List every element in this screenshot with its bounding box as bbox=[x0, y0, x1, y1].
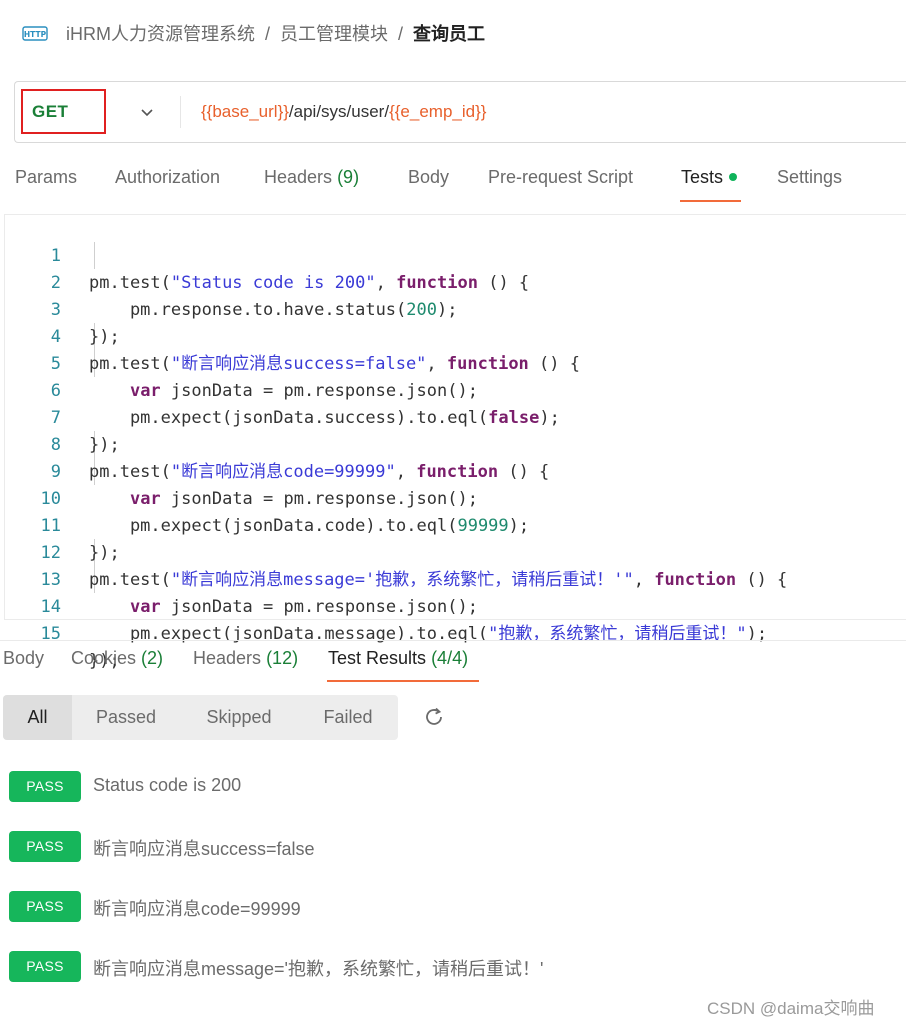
code-line: 9 var jsonData = pm.response.json(); bbox=[5, 432, 905, 509]
filter-failed[interactable]: Failed bbox=[298, 695, 398, 740]
active-tab-indicator bbox=[327, 680, 479, 682]
request-tabs: Params Authorization Headers (9) Body Pr… bbox=[0, 160, 906, 202]
test-result-row: PASS Status code is 200 bbox=[9, 771, 889, 803]
tab-test-results[interactable]: Test Results (4/4) bbox=[328, 648, 468, 669]
test-result-name: 断言响应消息code=99999 bbox=[93, 899, 301, 919]
active-tab-indicator bbox=[680, 200, 741, 202]
tab-headers-label: Headers bbox=[264, 167, 333, 187]
tab-tests[interactable]: Tests bbox=[681, 167, 738, 188]
breadcrumb: iHRM人力资源管理系统 / 员工管理模块 / 查询员工 bbox=[66, 22, 485, 46]
test-result-name: 断言响应消息message='抱歉，系统繁忙，请稍后重试！' bbox=[93, 959, 544, 979]
request-header: HTTP iHRM人力资源管理系统 / 员工管理模块 / 查询员工 bbox=[0, 0, 906, 70]
code-line: 8 pm.test("断言响应消息code=99999", function (… bbox=[5, 405, 905, 482]
tab-cookies-label: Cookies bbox=[71, 648, 137, 668]
tab-response-headers-label: Headers bbox=[193, 648, 262, 668]
test-result-name: Status code is 200 bbox=[93, 775, 242, 795]
tab-response-body[interactable]: Body bbox=[3, 648, 44, 669]
breadcrumb-separator: / bbox=[398, 24, 404, 44]
http-icon: HTTP bbox=[22, 26, 48, 41]
code-line: 1 pm.test("Status code is 200", function… bbox=[5, 216, 905, 293]
code-line: 2 pm.response.to.have.status(200); bbox=[5, 243, 905, 320]
svg-text:HTTP: HTTP bbox=[24, 30, 47, 39]
response-tabs: Body Cookies (2) Headers (12) Test Resul… bbox=[0, 640, 906, 684]
code-line: 4 pm.test("断言响应消息success=false", functio… bbox=[5, 297, 905, 374]
url-variable-emp-id: {{e_emp_id}} bbox=[389, 102, 487, 121]
tab-settings[interactable]: Settings bbox=[777, 167, 842, 188]
breadcrumb-folder[interactable]: 员工管理模块 bbox=[280, 22, 388, 46]
breadcrumb-request-name[interactable]: 查询员工 bbox=[413, 22, 485, 46]
tab-headers[interactable]: Headers (9) bbox=[264, 167, 359, 188]
pass-badge: PASS bbox=[9, 831, 81, 862]
tab-cookies[interactable]: Cookies (2) bbox=[71, 648, 163, 669]
tab-cookies-count: (2) bbox=[141, 648, 164, 668]
tests-active-dot-icon bbox=[729, 173, 738, 181]
filter-all[interactable]: All bbox=[3, 695, 72, 740]
filter-passed[interactable]: Passed bbox=[72, 695, 180, 740]
code-line: 7 }); bbox=[5, 378, 905, 455]
tab-test-results-count: (4/4) bbox=[431, 648, 469, 668]
url-divider bbox=[180, 96, 181, 128]
pass-badge: PASS bbox=[9, 891, 81, 922]
code-line: 15 }); bbox=[5, 594, 905, 671]
code-line: 10 pm.expect(jsonData.code).to.eql(99999… bbox=[5, 459, 905, 536]
tab-tests-label: Tests bbox=[681, 167, 724, 187]
tab-response-headers[interactable]: Headers (12) bbox=[193, 648, 298, 669]
tab-headers-count: (9) bbox=[337, 167, 360, 187]
test-result-name: 断言响应消息success=false bbox=[93, 839, 315, 859]
refresh-icon[interactable] bbox=[423, 706, 445, 728]
test-result-row: PASS 断言响应消息message='抱歉，系统繁忙，请稍后重试！' bbox=[9, 951, 889, 983]
url-bar: GET {{base_url}}/api/sys/user/{{e_emp_id… bbox=[14, 81, 906, 143]
test-result-row: PASS 断言响应消息code=99999 bbox=[9, 891, 889, 923]
test-result-row: PASS 断言响应消息success=false bbox=[9, 831, 889, 863]
url-path: /api/sys/user/ bbox=[288, 102, 390, 121]
test-results-filter: All Passed Skipped Failed bbox=[3, 695, 398, 740]
code-line: 14 pm.expect(jsonData.message).to.eql("抱… bbox=[5, 567, 905, 644]
filter-skipped[interactable]: Skipped bbox=[180, 695, 298, 740]
url-input[interactable]: {{base_url}}/api/sys/user/{{e_emp_id}} bbox=[201, 101, 486, 123]
pass-badge: PASS bbox=[9, 951, 81, 982]
chevron-down-icon[interactable] bbox=[139, 104, 155, 120]
tab-body[interactable]: Body bbox=[408, 167, 449, 188]
code-line: 13 var jsonData = pm.response.json(); bbox=[5, 540, 905, 617]
breadcrumb-separator: / bbox=[265, 24, 271, 44]
code-line: 3 }); bbox=[5, 270, 905, 347]
breadcrumb-collection[interactable]: iHRM人力资源管理系统 bbox=[66, 22, 255, 46]
tab-pre-request-script[interactable]: Pre-request Script bbox=[488, 167, 633, 188]
tab-test-results-label: Test Results bbox=[328, 648, 427, 668]
url-variable-base-url: {{base_url}} bbox=[201, 102, 289, 121]
tests-code-editor[interactable]: 1 pm.test("Status code is 200", function… bbox=[4, 214, 906, 671]
tab-response-headers-count: (12) bbox=[266, 648, 299, 668]
watermark: CSDN @daima交响曲 bbox=[707, 999, 875, 1018]
code-line: 6 pm.expect(jsonData.success).to.eql(fal… bbox=[5, 351, 905, 428]
tab-authorization[interactable]: Authorization bbox=[115, 167, 220, 188]
code-line: 11 }); bbox=[5, 486, 905, 563]
tab-params[interactable]: Params bbox=[15, 167, 77, 188]
method-select[interactable]: GET bbox=[32, 102, 68, 122]
code-line: 5 var jsonData = pm.response.json(); bbox=[5, 324, 905, 401]
code-line: 12 pm.test("断言响应消息message='抱歉，系统繁忙，请稍后重试… bbox=[5, 513, 905, 590]
pass-badge: PASS bbox=[9, 771, 81, 802]
